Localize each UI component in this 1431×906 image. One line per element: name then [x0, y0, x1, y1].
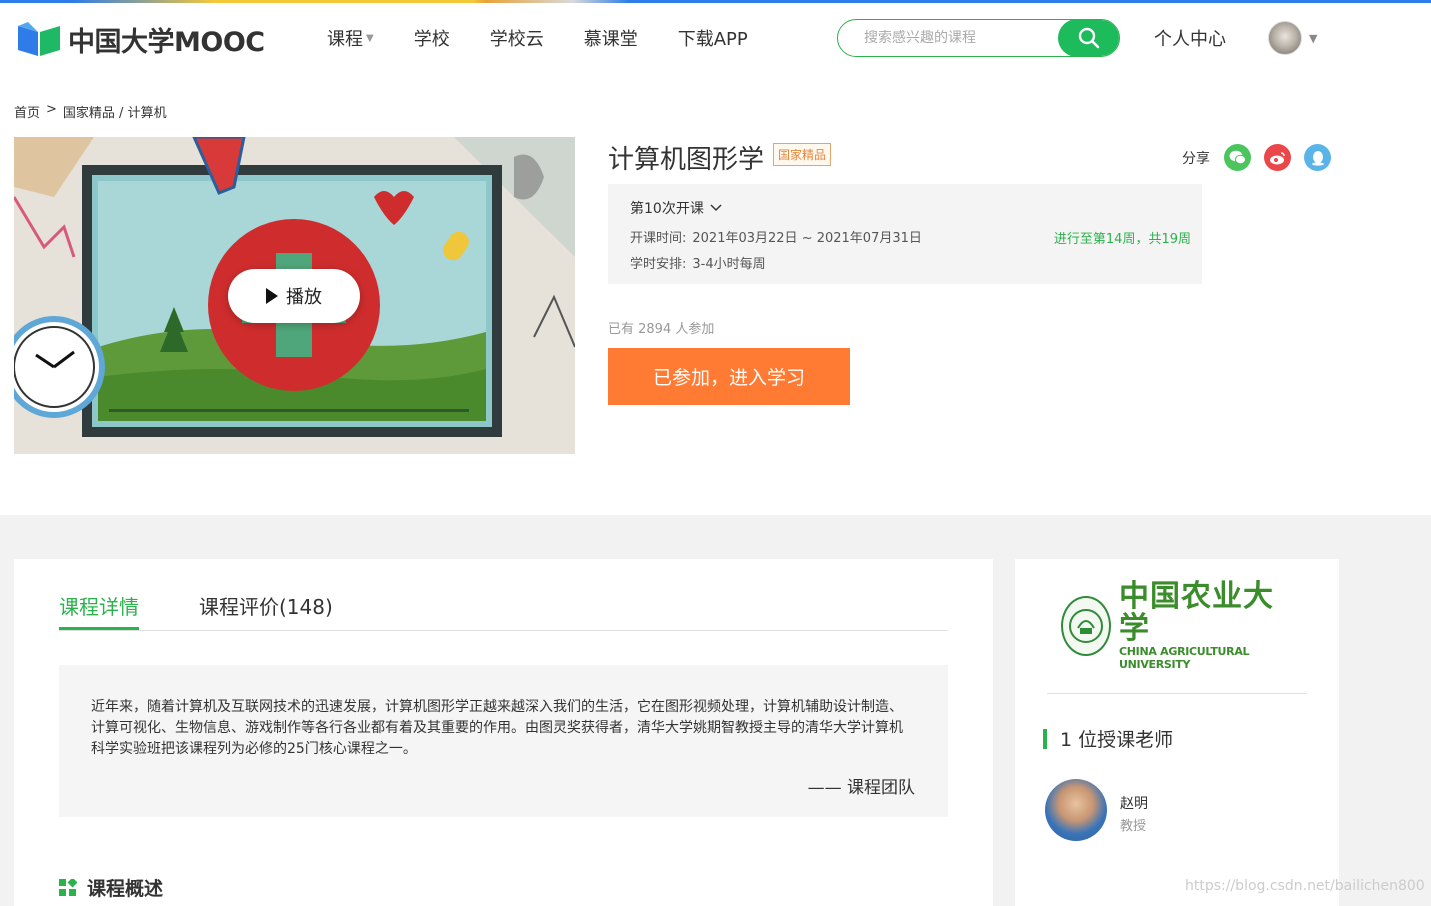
quote-text: 近年来，随着计算机及互联网技术的迅速发展，计算机图形学正越来越深入我们的生活，它… [91, 699, 903, 757]
search-icon [1078, 27, 1100, 49]
university-name-en: CHINA AGRICULTURAL UNIVERSITY [1119, 645, 1250, 671]
nav-label: 慕课堂 [583, 29, 638, 50]
course-cover-video[interactable]: 播放 [14, 137, 575, 454]
teacher-title: 教授 [1120, 819, 1147, 834]
nav-courses[interactable]: 课程 ▼ [327, 25, 374, 51]
divider [1047, 693, 1307, 694]
university-seal-icon [1061, 596, 1111, 656]
play-icon [266, 288, 278, 304]
quote-signature: —— 课程团队 [807, 778, 915, 798]
nav-schools[interactable]: 学校 [414, 25, 450, 51]
user-avatar[interactable] [1268, 21, 1302, 55]
search-input[interactable] [838, 20, 1058, 56]
book-logo-icon [16, 21, 62, 58]
play-button[interactable]: 播放 [228, 269, 360, 323]
logo-text: 中国大学MOOC [68, 27, 265, 58]
play-label: 播放 [286, 287, 322, 308]
enter-study-button[interactable]: 已参加，进入学习 [608, 348, 850, 405]
breadcrumb-category[interactable]: 国家精品 / 计算机 [63, 102, 167, 121]
course-overview-heading: 课程概述 [59, 874, 163, 901]
tab-course-detail[interactable]: 课程详情 [59, 591, 139, 630]
term-schedule-value: 3-4小时每周 [692, 257, 766, 272]
heading-accent-bar [1043, 728, 1047, 749]
nav-label: 下载APP [677, 29, 748, 50]
breadcrumb-home[interactable]: 首页 [14, 102, 40, 121]
search-button[interactable] [1058, 20, 1119, 56]
wechat-icon[interactable] [1224, 144, 1251, 171]
weibo-icon[interactable] [1264, 144, 1291, 171]
university-logo[interactable]: 中国农业大学 CHINA AGRICULTURAL UNIVERSITY [1061, 581, 1295, 671]
course-title: 计算机图形学 [608, 145, 765, 175]
term-selector[interactable]: 第10次开课 [630, 198, 1180, 218]
term-time-key: 开课时间: [630, 231, 687, 246]
nav-label: 课程 [327, 29, 363, 50]
term-time-value: 2021年03月22日 ~ 2021年07月31日 [692, 231, 922, 246]
nav-download-app[interactable]: 下载APP [678, 25, 748, 51]
teacher-count: 1 位授课老师 [1060, 729, 1174, 751]
term-label: 第10次开课 [630, 201, 704, 217]
overview-title: 课程概述 [87, 878, 164, 900]
detail-tabs: 课程详情 课程评价(148) [59, 591, 948, 631]
site-header: 中国大学MOOC 课程 ▼ 学校 学校云 慕课堂 下载APP 个人中心 ▼ [0, 3, 1431, 73]
watermark: https://blog.csdn.net/bailichen800 [1185, 878, 1425, 894]
university-name-cn: 中国农业大学 [1119, 579, 1274, 646]
teacher-name[interactable]: 赵明 [1120, 793, 1148, 813]
caret-down-icon[interactable]: ▼ [1309, 32, 1317, 45]
share-label: 分享 [1182, 150, 1210, 167]
personal-center-link[interactable]: 个人中心 [1154, 25, 1226, 51]
national-quality-badge: 国家精品 [773, 143, 832, 166]
breadcrumb: 首页 > 国家精品 / 计算机 [14, 102, 167, 121]
grid-icon [59, 878, 77, 896]
search-box [837, 19, 1120, 57]
term-schedule-key: 学时安排: [630, 257, 687, 272]
nav-label: 学校 [413, 29, 450, 50]
tab-course-reviews[interactable]: 课程评价(148) [199, 591, 333, 630]
teacher-avatar[interactable] [1045, 779, 1107, 841]
caret-down-icon: ▼ [366, 32, 374, 44]
site-logo[interactable]: 中国大学MOOC [16, 20, 265, 59]
teacher-heading: 1 位授课老师 [1043, 725, 1173, 752]
term-info-box: 第10次开课 开课时间: 2021年03月22日 ~ 2021年07月31日 学… [608, 184, 1202, 284]
enrolled-count: 已有 2894 人参加 [608, 322, 715, 337]
nav-mooc-class[interactable]: 慕课堂 [584, 25, 638, 51]
course-progress: 进行至第14周，共19周 [1053, 232, 1191, 247]
nav-label: 学校云 [489, 29, 544, 50]
main-nav: 课程 ▼ 学校 学校云 慕课堂 下载APP [327, 25, 788, 51]
course-detail-card: 课程详情 课程评价(148) 近年来，随着计算机及互联网技术的迅速发展，计算机图… [14, 559, 993, 906]
breadcrumb-separator: > [46, 102, 57, 117]
university-card: 中国农业大学 CHINA AGRICULTURAL UNIVERSITY 1 位… [1015, 559, 1339, 906]
chevron-down-icon [710, 204, 722, 212]
course-quote: 近年来，随着计算机及互联网技术的迅速发展，计算机图形学正越来越深入我们的生活，它… [59, 665, 948, 817]
qq-icon[interactable] [1304, 144, 1331, 171]
share-bar: 分享 [1182, 144, 1344, 171]
nav-school-cloud[interactable]: 学校云 [490, 25, 544, 51]
term-schedule-row: 学时安排: 3-4小时每周 [630, 253, 1180, 272]
